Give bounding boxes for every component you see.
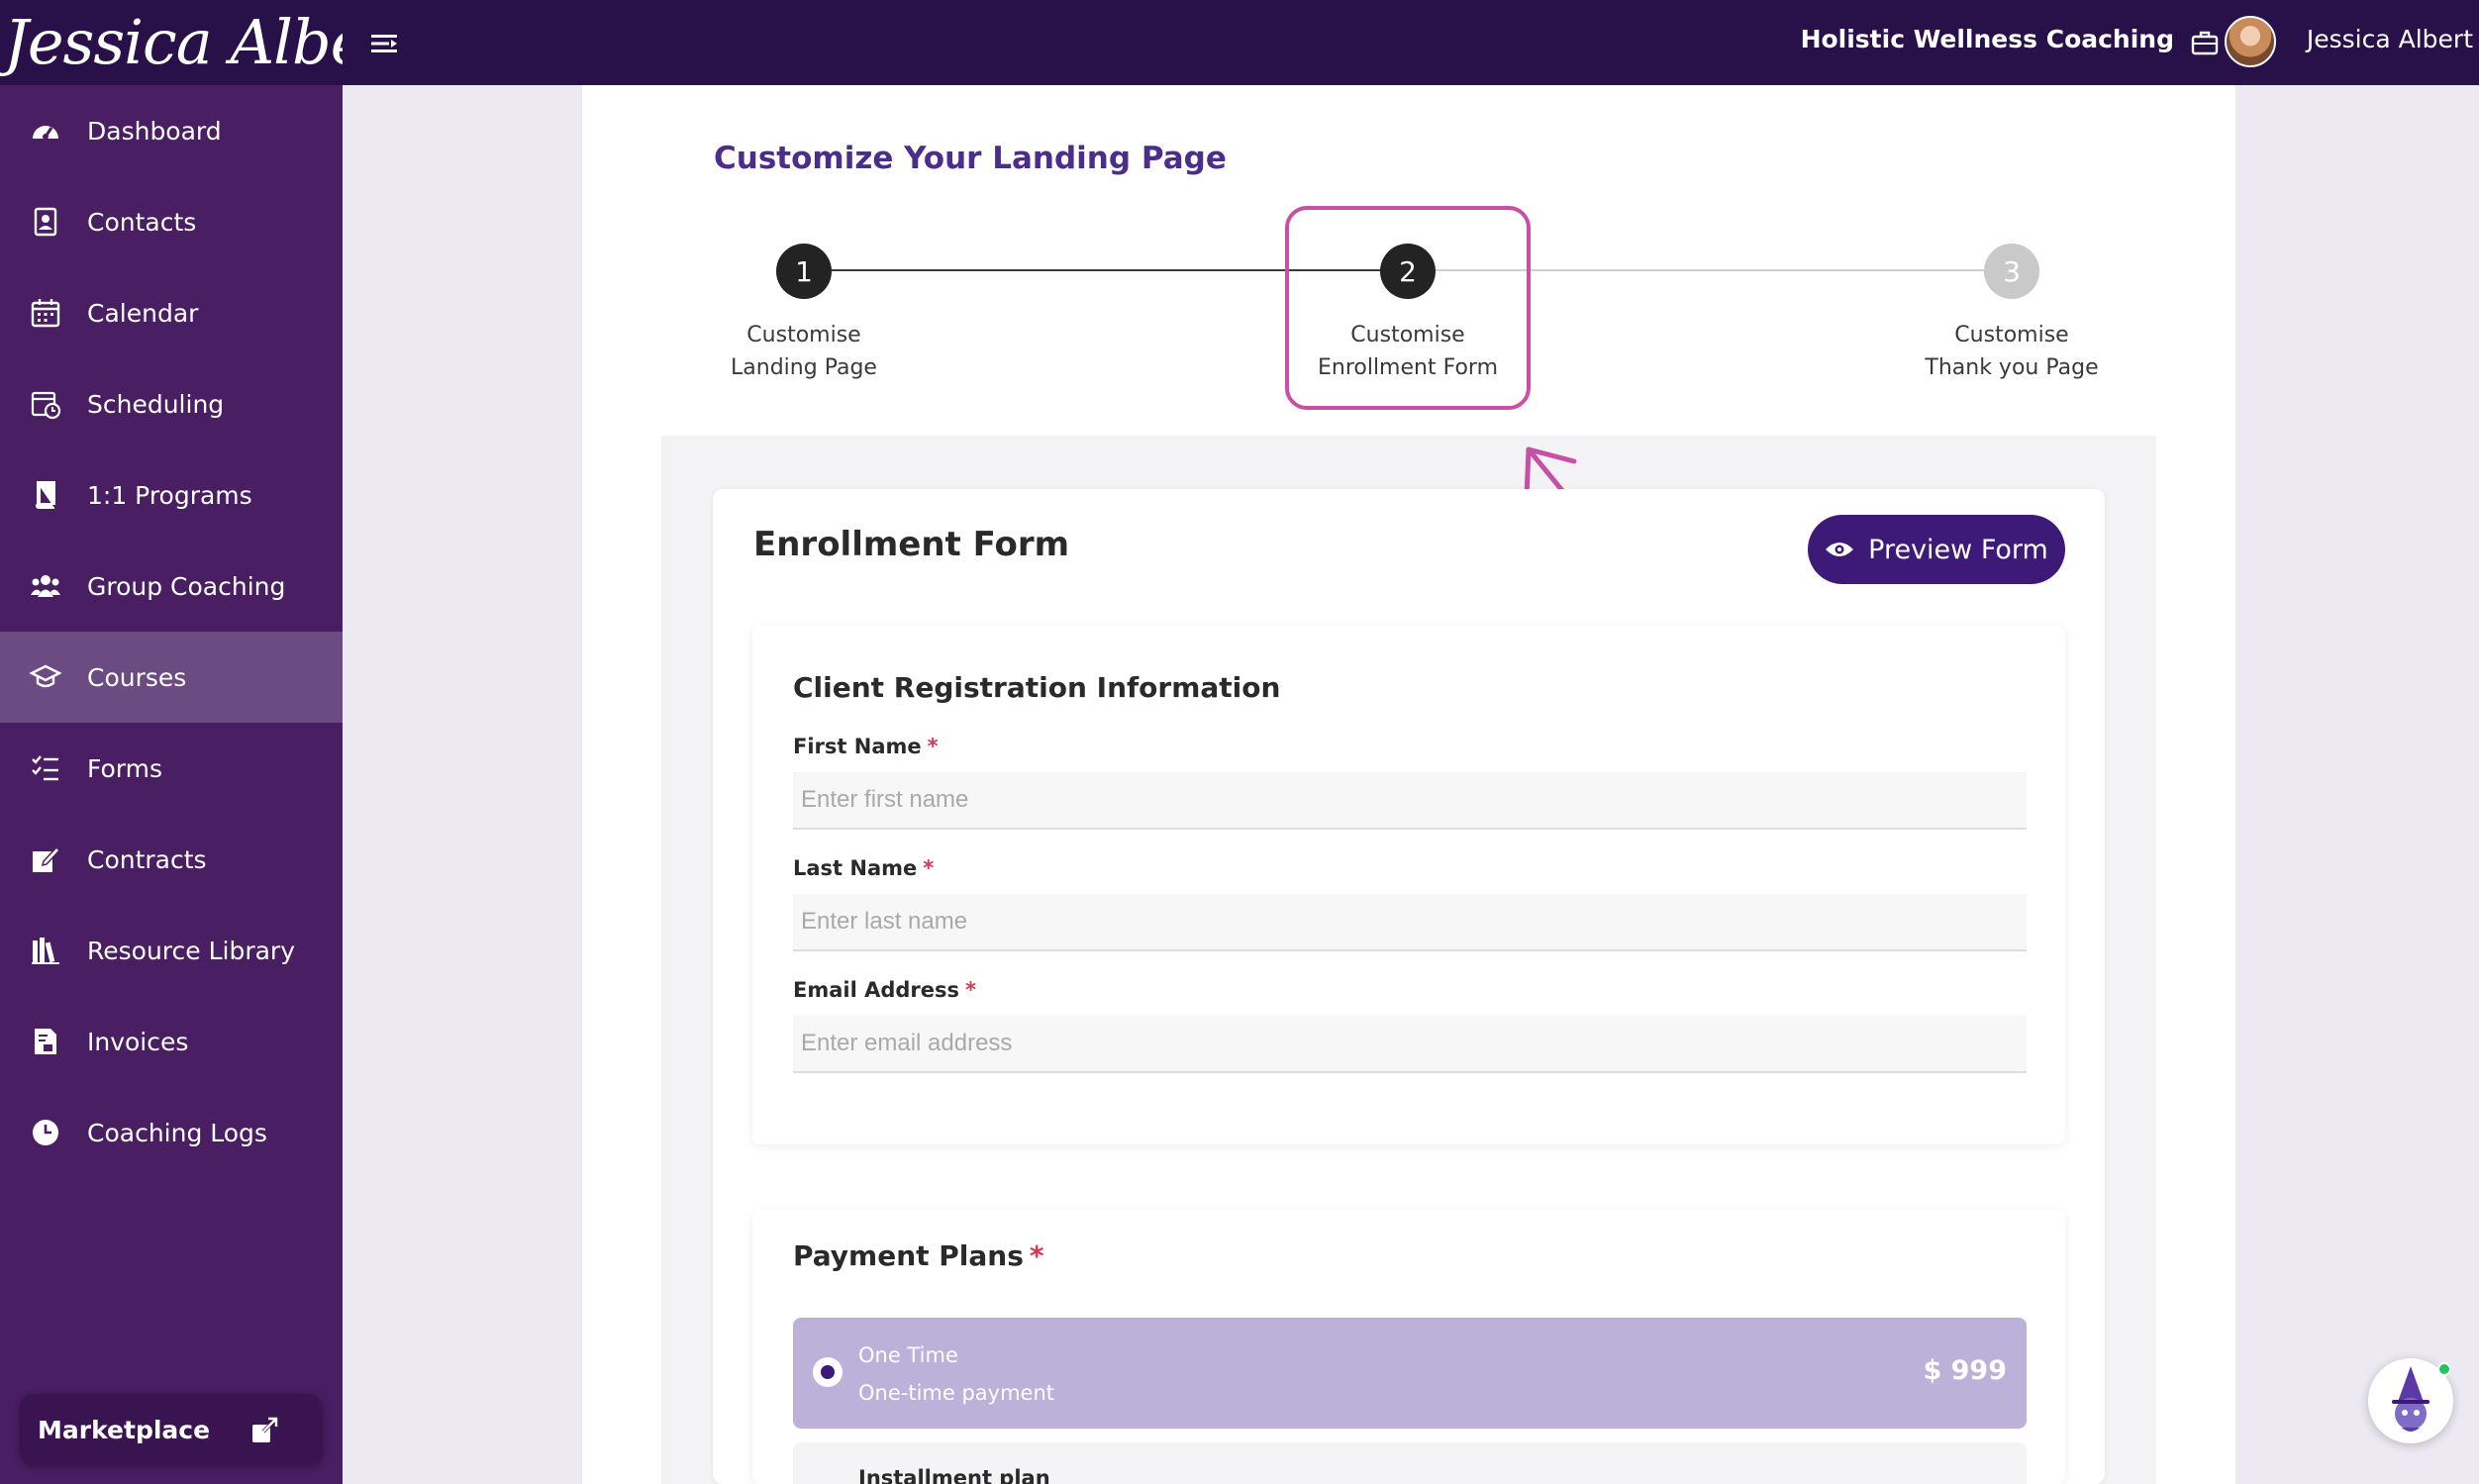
sidebar-item-courses[interactable]: Courses (0, 632, 343, 723)
payment-plans-heading: Payment Plans * (793, 1239, 1044, 1272)
email-label-text: Email Address (793, 978, 960, 1002)
sidebar-item-invoices[interactable]: Invoices (0, 996, 343, 1087)
sidebar-item-label: Forms (87, 753, 163, 783)
preview-form-button[interactable]: Preview Form (1808, 515, 2065, 584)
payment-plans-heading-text: Payment Plans (793, 1239, 1024, 1272)
sidebar-item-label: Invoices (87, 1027, 189, 1056)
eye-icon (1826, 543, 1854, 556)
checklist-icon (32, 755, 58, 781)
plan-radio-selected[interactable] (813, 1357, 843, 1387)
step-1-circle[interactable]: 1 (776, 244, 832, 299)
brand-logo[interactable]: Jessica Albert (0, 0, 343, 85)
sidebar-item-contracts[interactable]: Contracts (0, 814, 343, 905)
page-title: Customize Your Landing Page (714, 141, 1227, 176)
email-input[interactable] (793, 1016, 2027, 1073)
menu-toggle-icon[interactable] (368, 28, 400, 59)
top-header: Jessica Albert Holistic Wellness Coachin… (0, 0, 2479, 85)
marketplace-label: Marketplace (38, 1415, 211, 1444)
step-3-label-line1: Customise (1954, 323, 2069, 347)
last-name-label: Last Name * (793, 856, 934, 880)
clock-icon (33, 1120, 58, 1145)
current-step-highlight (1285, 206, 1531, 410)
user-avatar[interactable] (2225, 16, 2276, 67)
pen-edit-icon (33, 845, 61, 872)
plan-description: One-time payment (858, 1381, 1055, 1405)
form-title: Enrollment Form (753, 525, 1070, 564)
sidebar-item-label: Group Coaching (87, 571, 286, 601)
sidebar-item-label: Calendar (87, 298, 199, 328)
first-name-label: First Name * (793, 735, 939, 758)
assistant-bot-button[interactable] (2368, 1358, 2453, 1443)
sidebar-item-1-1-programs[interactable]: 1:1 Programs (0, 449, 343, 541)
required-marker: * (965, 978, 977, 1002)
payment-plan-one-time[interactable]: One Time One-time payment $ 999 (793, 1318, 2027, 1429)
required-marker: * (1029, 1239, 1044, 1272)
required-marker: * (923, 856, 935, 880)
sidebar-item-label: Courses (87, 662, 187, 692)
sidebar-item-contacts[interactable]: Contacts (0, 176, 343, 267)
sidebar-item-label: Contacts (87, 207, 197, 237)
sidebar-item-label: Coaching Logs (87, 1118, 267, 1147)
scheduling-icon (31, 391, 61, 420)
payment-plan-installment[interactable]: Installment plan (793, 1442, 2027, 1484)
dashboard-icon (33, 126, 58, 140)
graduation-cap-icon (30, 664, 61, 688)
sidebar-item-label: 1:1 Programs (87, 480, 252, 510)
radio-dot (821, 1365, 835, 1379)
sidebar-item-resource-library[interactable]: Resource Library (0, 905, 343, 996)
marketplace-button[interactable]: Marketplace (20, 1394, 323, 1465)
first-name-label-text: First Name (793, 735, 922, 758)
user-name[interactable]: Jessica Albert (2307, 25, 2473, 53)
sidebar-item-calendar[interactable]: Calendar (0, 267, 343, 358)
contacts-icon (34, 207, 57, 237)
external-link-icon (252, 1417, 278, 1442)
registration-heading: Client Registration Information (793, 671, 1281, 704)
step-3-circle[interactable]: 3 (1984, 244, 2039, 299)
sidebar-item-forms[interactable]: Forms (0, 723, 343, 814)
plan-name: One Time (858, 1343, 958, 1367)
group-icon (31, 575, 60, 597)
online-status-dot (2437, 1362, 2451, 1376)
calendar-icon (31, 299, 60, 328)
step-1-label-line2: Landing Page (731, 355, 877, 380)
first-name-input[interactable] (793, 772, 2027, 830)
sidebar-item-group-coaching[interactable]: Group Coaching (0, 541, 343, 632)
step-1-label-line1: Customise (746, 323, 861, 347)
required-marker: * (927, 735, 939, 758)
sidebar-item-label: Scheduling (87, 389, 225, 419)
last-name-input[interactable] (793, 894, 2027, 951)
sidebar-item-coaching-logs[interactable]: Coaching Logs (0, 1087, 343, 1178)
last-name-label-text: Last Name (793, 856, 918, 880)
plan-name: Installment plan (858, 1466, 1050, 1484)
sidebar-item-label: Resource Library (87, 936, 296, 965)
step-3-label[interactable]: Customise Thank you Page (1883, 319, 2140, 384)
preview-form-label: Preview Form (1868, 534, 2048, 565)
sidebar-item-dashboard[interactable]: Dashboard (0, 85, 343, 176)
email-label: Email Address * (793, 978, 976, 1002)
sidebar-item-label: Dashboard (87, 116, 222, 146)
sidebar-item-label: Contracts (87, 844, 207, 874)
briefcase-icon[interactable] (2190, 28, 2220, 57)
plan-price: $ 999 (1923, 1355, 2007, 1386)
step-1-label[interactable]: Customise Landing Page (675, 319, 933, 384)
sidebar: Dashboard Contacts Calendar Scheduling 1… (0, 85, 343, 1484)
sidebar-item-scheduling[interactable]: Scheduling (0, 358, 343, 449)
business-name[interactable]: Holistic Wellness Coaching (1801, 25, 2174, 53)
library-icon (32, 938, 59, 964)
step-3-label-line2: Thank you Page (1925, 355, 2099, 380)
invoice-icon (35, 1029, 56, 1054)
book-icon (36, 481, 55, 509)
